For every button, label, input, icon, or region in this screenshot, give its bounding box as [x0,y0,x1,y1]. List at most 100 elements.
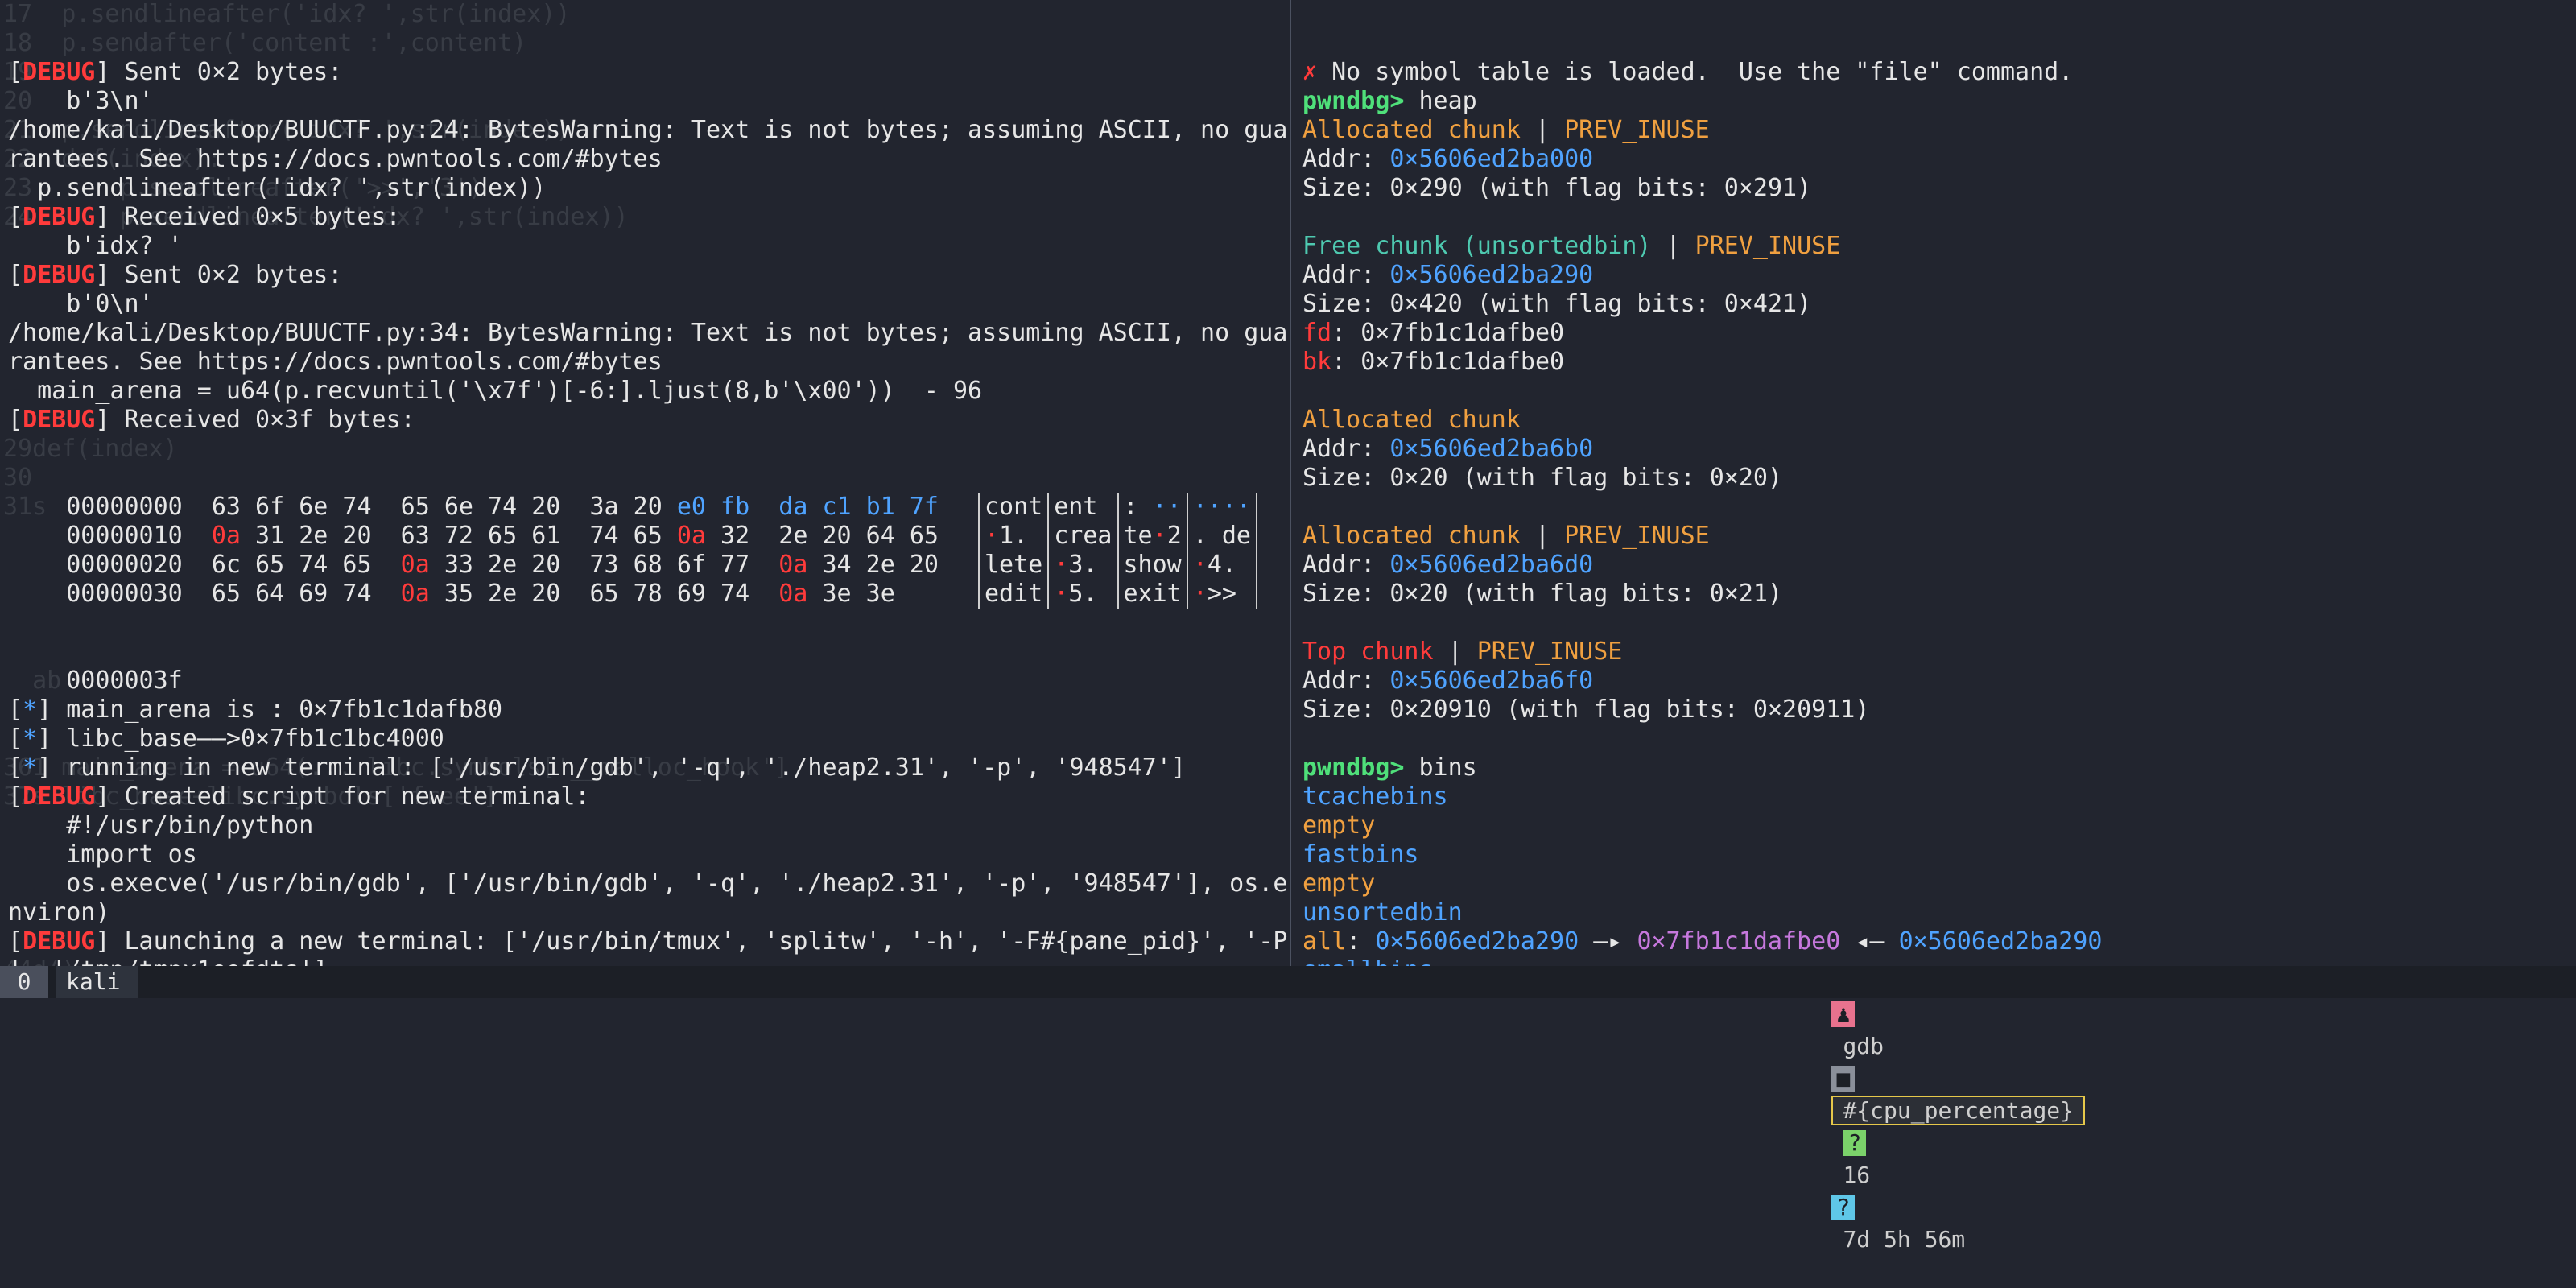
line-segment: [ [8,724,23,753]
line-segment: Allocated chunk [1302,116,1521,144]
line-segment: ] running in new terminal: ['/usr/bin/gd… [37,753,1186,782]
ascii-cell: lete [985,551,1042,580]
line-segment: cont [985,493,1043,521]
line-segment: 0×5606ed2ba6b0 [1389,435,1594,463]
hex-bytes: 00000020 6c 65 74 65 [8,551,401,579]
line-segment: ] Received 0×5 bytes: [95,203,401,231]
gdb-pane-label: gdb [1843,1033,1885,1059]
line-segment: 2 [1166,522,1182,550]
line-segment: . de [1192,522,1251,550]
line-segment: PREV_INUSE [1564,116,1710,144]
terminal-line: [DEBUG] Sent 0×2 bytes: [8,261,1288,290]
hexdump-row: 00000000 63 6f 6e 74 65 6e 74 20 3a 20 e… [8,493,939,522]
ascii-cell: cont [985,493,1042,522]
line-segment: [ [8,753,23,782]
line-segment: | [1433,638,1477,666]
line-segment: pwndbg> [1302,87,1405,115]
hex-bytes: 31 2e 20 63 72 65 61 74 65 [241,522,677,550]
ascii-cell: ·>> [1193,580,1251,609]
gdb-line: Size: 0×20 (with flag bits: 0×20) [1302,464,2576,493]
ascii-column: ent crea ·3. ·5. [1047,493,1117,609]
gdb-line: empty [1302,811,2576,840]
gdb-line: Size: 0×20910 (with flag bits: 0×20911) [1302,696,2576,724]
terminal-line: [DEBUG] Received 0×5 bytes: [8,203,1288,232]
line-segment: [ [8,782,23,811]
line-segment: ·· [1152,493,1182,521]
session-name[interactable]: kali [56,966,138,998]
hex-bytes: 0a [778,551,808,579]
gdb-line [1302,377,2576,406]
line-segment: exit [1123,580,1182,608]
gdb-line: Addr: 0×5606ed2ba000 [1302,145,2576,174]
line-segment: : 0×7fb1c1dafbe0 [1331,348,1565,376]
gdb-line [1302,609,2576,638]
ascii-cell: crea [1054,522,1112,551]
hex-bytes: da c1 b1 7f [778,493,939,521]
hexdump-row: 00000020 6c 65 74 65 0a 33 2e 20 73 68 6… [8,551,939,580]
line-segment: show [1123,551,1182,579]
hex-bytes: 35 2e 20 65 78 69 74 [429,580,779,608]
line-segment: DEBUG [23,58,96,86]
line-segment: Allocated chunk [1302,522,1521,550]
terminal-line: b'0\n' [8,290,1288,319]
line-segment: p.sendlineafter('idx? ',str(index)) [8,174,547,202]
gdb-output-lines: ✗ No symbol table is loaded. Use the "fi… [1302,58,2576,966]
window-index[interactable]: 0 [0,966,48,998]
line-segment: all [1302,927,1347,956]
line-segment: [ [8,203,23,231]
line-segment: b'3\n' [8,87,154,115]
line-segment: /home/kali/Desktop/BUUCTF.py:24: BytesWa… [8,116,1288,144]
line-segment: * [23,696,38,724]
line-segment: · [1152,522,1167,550]
hex-bytes: e0 fb [676,493,750,521]
gdb-line: Addr: 0×5606ed2ba290 [1302,261,2576,290]
line-segment: Size: 0×20 (with flag bits: 0×20) [1302,464,1783,492]
left-terminal-pane[interactable]: 17 p.sendlineafter('idx? ',str(index)) 18… [0,0,1288,966]
line-segment: rantees. See https://docs.pwntools.com/#… [8,348,663,376]
hex-bytes: 00000010 [8,522,212,550]
line-segment: PREV_INUSE [1564,522,1710,550]
gdb-line: Addr: 0×5606ed2ba6b0 [1302,435,2576,464]
gdb-line: Size: 0×420 (with flag bits: 0×421) [1302,290,2576,319]
line-segment: PREV_INUSE [1476,638,1623,666]
gdb-line: Allocated chunk | PREV_INUSE [1302,522,2576,551]
status-right: ♟ gdb ■ #{cpu_percentage} ? 16 ? 7d 5h 5… [1777,966,2086,1253]
hexdump-row: 00000030 65 64 69 74 0a 35 2e 20 65 78 6… [8,580,895,609]
line-segment: tcachebins [1302,782,1448,811]
gdb-line: pwndbg> bins [1302,753,2576,782]
hexdump-ascii-panel: cont ·1. lete edit ent crea ·3. ·5. : ·· te·2… [978,493,1257,609]
line-segment: · [1054,580,1069,608]
line-segment: lete [985,551,1043,579]
line-segment: heap [1404,87,1477,115]
pane-divider[interactable] [1290,0,1291,966]
output-lines-bottom: 0000003f [*] main_arena is : 0×7fb1c1dafb… [8,667,1288,966]
gdb-line: Top chunk | PREV_INUSE [1302,638,2576,667]
tmux-status-bar: 0 kali ♟ gdb ■ #{cpu_percentage} ? 16 ? … [0,966,2576,1253]
line-segment: —▸ [1579,927,1637,956]
line-segment: DEBUG [23,927,96,956]
line-segment: ] main_arena is : 0×7fb1c1dafb80 [37,696,503,724]
hex-bytes: 0a [211,522,241,550]
line-segment: ◂— [1840,927,1899,956]
ascii-cell: ·5. [1054,580,1112,609]
line-segment: nviron) [8,898,110,927]
hex-bytes: 0a [676,522,706,550]
uptime: 7d 5h 56m [1843,1226,1966,1253]
gdb-line: unsortedbin [1302,898,2576,927]
right-terminal-pane[interactable]: ✗ No symbol table is loaded. Use the "fi… [1294,0,2576,966]
hex-bytes: 33 2e 20 73 68 6f 77 [429,551,779,579]
line-segment: 0×5606ed2ba290 [1375,927,1579,956]
hex-bytes: 3e 3e [807,580,895,608]
line-segment: · [1192,580,1208,608]
terminal-line: [DEBUG] Launching a new terminal: ['/usr… [8,927,1288,956]
ascii-column: : ·· te·2 show exit [1117,493,1187,609]
line-segment: fd [1302,319,1332,347]
line-segment: Addr: [1302,551,1390,579]
line-segment: #!/usr/bin/python [8,811,314,840]
line-segment: ] Launching a new terminal: ['/usr/bin/t… [95,927,1288,956]
terminal-line: /home/kali/Desktop/BUUCTF.py:24: BytesWa… [8,116,1288,145]
counter-value: 16 [1843,1162,1871,1188]
line-segment: Addr: [1302,261,1390,289]
line-segment: import os [8,840,197,869]
line-segment: Top chunk [1302,638,1434,666]
